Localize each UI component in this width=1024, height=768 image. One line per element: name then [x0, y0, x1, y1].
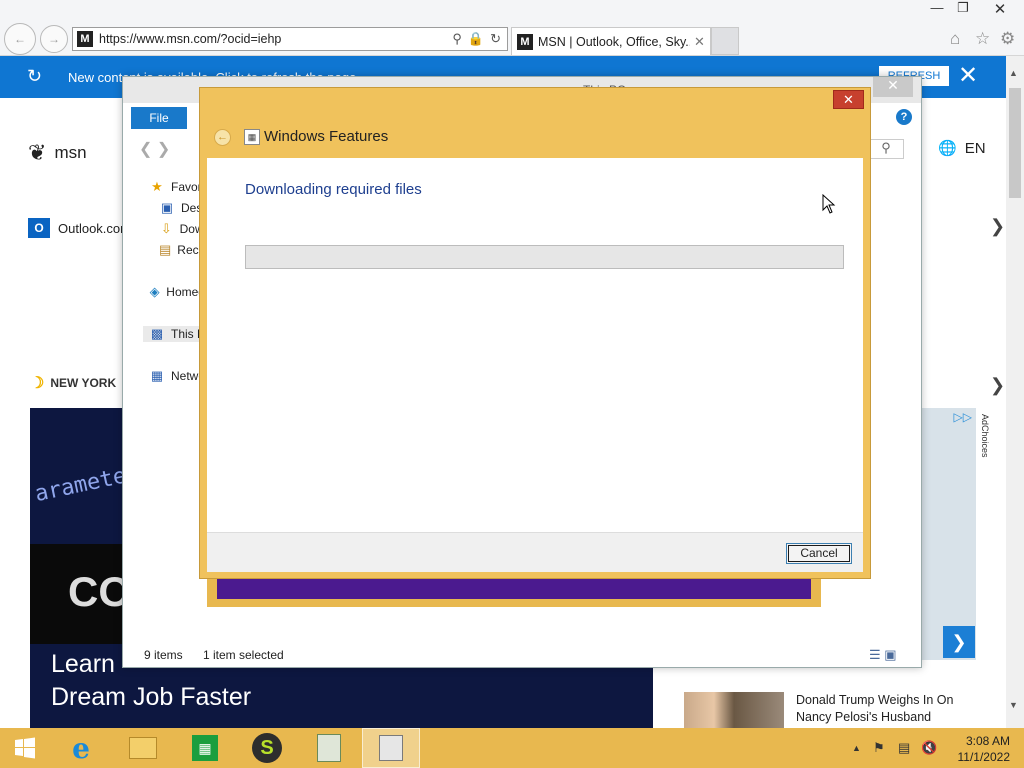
chevron-right-icon[interactable]: ❯ — [990, 216, 1005, 237]
msn-logo-text: msn — [54, 143, 87, 162]
news-card[interactable]: Donald Trump Weighs In On Nancy Pelosi's… — [670, 682, 978, 728]
status-items-count: 9 items — [144, 648, 183, 662]
windows-features-dialog: ✕ ← ▦ Windows Features Downloading requi… — [199, 87, 871, 579]
notepad-app-icon — [317, 734, 341, 762]
minimize-button[interactable]: — — [926, 0, 948, 20]
globe-icon: 🌐 — [938, 140, 957, 157]
outlook-icon: O — [28, 218, 50, 238]
lock-icon[interactable]: 🔒 — [468, 31, 484, 47]
next-arrow-button[interactable]: ❯ — [943, 626, 975, 658]
refresh-icon[interactable]: ↻ — [490, 31, 501, 47]
moon-cloud-icon: ☽ — [30, 375, 45, 392]
homegroup-icon: ◈ — [149, 284, 160, 299]
weather-widget[interactable]: ☽ NEW YORK — [30, 373, 116, 393]
address-url[interactable]: https://www.msn.com/?ocid=iehp — [99, 32, 452, 46]
scroll-down-icon[interactable]: ▼ — [1009, 700, 1018, 710]
hero-headline-line2: Dream Job Faster — [51, 683, 252, 711]
recent-icon: ▤ — [159, 242, 172, 257]
msn-logo[interactable]: ❦ msn — [28, 140, 87, 166]
green-s-app-icon: S — [252, 733, 282, 763]
windows-features-icon: ▦ — [244, 129, 260, 145]
dialog-heading: Downloading required files — [245, 181, 422, 198]
system-clock[interactable]: 3:08 AM 11/1/2022 — [946, 733, 1011, 765]
msn-favicon-icon: M — [517, 33, 533, 50]
downloads-icon: ⇩ — [160, 221, 172, 236]
outlook-label: Outlook.com — [58, 220, 131, 236]
network-icon[interactable]: ▤ — [898, 740, 910, 756]
taskbar-store[interactable]: ▦ — [176, 728, 234, 768]
show-hidden-icons[interactable]: ▲ — [852, 743, 861, 753]
home-icon[interactable]: ⌂ — [950, 29, 960, 49]
outlook-link[interactable]: O Outlook.com — [28, 218, 131, 238]
arrow-left-icon: ← — [14, 32, 26, 46]
browser-toolbar: ← → M https://www.msn.com/?ocid=iehp ⚲ 🔒… — [0, 0, 1024, 56]
arrow-right-icon: → — [48, 32, 60, 46]
file-tab[interactable]: File — [131, 107, 187, 129]
dialog-footer: Cancel — [207, 532, 863, 572]
scroll-up-icon[interactable]: ▲ — [1009, 68, 1018, 78]
ad-play-icon[interactable]: ▷▷ — [954, 410, 972, 424]
clock-time: 3:08 AM — [965, 734, 1010, 748]
language-selector[interactable]: 🌐 EN — [938, 139, 986, 158]
news-thumbnail — [684, 692, 784, 728]
chevron-right-icon[interactable]: ❯ — [990, 375, 1005, 396]
network-icon: ▦ — [150, 368, 164, 383]
favorites-star-icon[interactable]: ☆ — [975, 29, 990, 49]
taskbar-internet-explorer[interactable]: e — [52, 728, 110, 768]
internet-explorer-icon: e — [72, 731, 90, 765]
taskbar-green-app[interactable]: S — [238, 728, 296, 768]
scrollbar-thumb[interactable] — [1009, 88, 1021, 198]
close-notification-icon[interactable]: ✕ — [958, 61, 978, 90]
explorer-search-box[interactable]: ⚲ — [868, 139, 904, 159]
star-icon: ★ — [151, 179, 163, 194]
action-center-flag-icon[interactable]: ⚑ — [873, 740, 885, 756]
forward-button[interactable]: → — [40, 25, 68, 53]
dialog-back-button[interactable]: ← — [214, 129, 231, 146]
page-scrollbar[interactable]: ▲ ▼ — [1006, 56, 1024, 728]
cancel-button[interactable]: Cancel — [786, 543, 852, 564]
new-tab-button[interactable] — [711, 27, 739, 55]
msn-butterfly-icon: ❦ — [28, 140, 47, 165]
taskbar: e ▦ S ▲ ⚑ ▤ 🔇 3:08 AM 11/1/2022 — [0, 728, 1024, 768]
dialog-title: Windows Features — [264, 128, 389, 145]
help-icon[interactable]: ? — [896, 109, 912, 125]
download-progress-bar — [245, 245, 844, 269]
tab-title: MSN | Outlook, Office, Sky... — [538, 34, 690, 49]
hero-block-text: CO — [30, 544, 131, 644]
news-title: Donald Trump Weighs In On Nancy Pelosi's… — [796, 693, 954, 724]
dialog-content: Downloading required files — [207, 158, 863, 532]
gear-icon[interactable]: ⚙ — [1000, 29, 1015, 49]
msn-favicon-icon: M — [77, 31, 93, 47]
taskbar-notepad-app[interactable] — [300, 728, 358, 768]
language-label: EN — [964, 139, 986, 157]
taskbar-file-explorer[interactable] — [114, 728, 172, 768]
explorer-close-button[interactable]: ✕ — [873, 77, 913, 97]
adchoices-label[interactable]: AdChoices — [980, 414, 990, 458]
refresh-icon: ↻ — [27, 66, 43, 86]
search-icon[interactable]: ⚲ — [452, 31, 462, 47]
dialog-close-button[interactable]: ✕ — [833, 90, 864, 109]
restore-button[interactable]: ❐ — [952, 0, 974, 20]
close-window-button[interactable]: ✕ — [978, 0, 1022, 20]
desktop-icon: ▣ — [160, 200, 174, 215]
clock-date: 11/1/2022 — [957, 750, 1011, 764]
volume-muted-icon[interactable]: 🔇 — [921, 740, 937, 756]
back-button[interactable]: ← — [4, 23, 36, 55]
folder-icon — [129, 737, 157, 759]
status-selected: 1 item selected — [203, 648, 284, 662]
taskbar-windows-features[interactable] — [362, 728, 420, 768]
weather-location: NEW YORK — [50, 376, 117, 390]
store-icon: ▦ — [192, 735, 218, 761]
close-tab-icon[interactable]: ✕ — [694, 34, 705, 50]
windows-logo-icon — [15, 737, 35, 759]
mouse-cursor-icon — [822, 194, 836, 214]
view-toggle-icons[interactable]: ☰ ▣ — [869, 647, 897, 663]
browser-tab[interactable]: M MSN | Outlook, Office, Sky... ✕ — [511, 27, 711, 55]
start-button[interactable] — [0, 728, 50, 768]
windows-features-app-icon — [379, 735, 403, 761]
explorer-nav-arrows[interactable]: ❮ ❯ — [139, 139, 170, 159]
address-bar[interactable]: M https://www.msn.com/?ocid=iehp ⚲ 🔒 ↻ — [72, 27, 508, 51]
computer-icon: ▩ — [150, 326, 164, 341]
